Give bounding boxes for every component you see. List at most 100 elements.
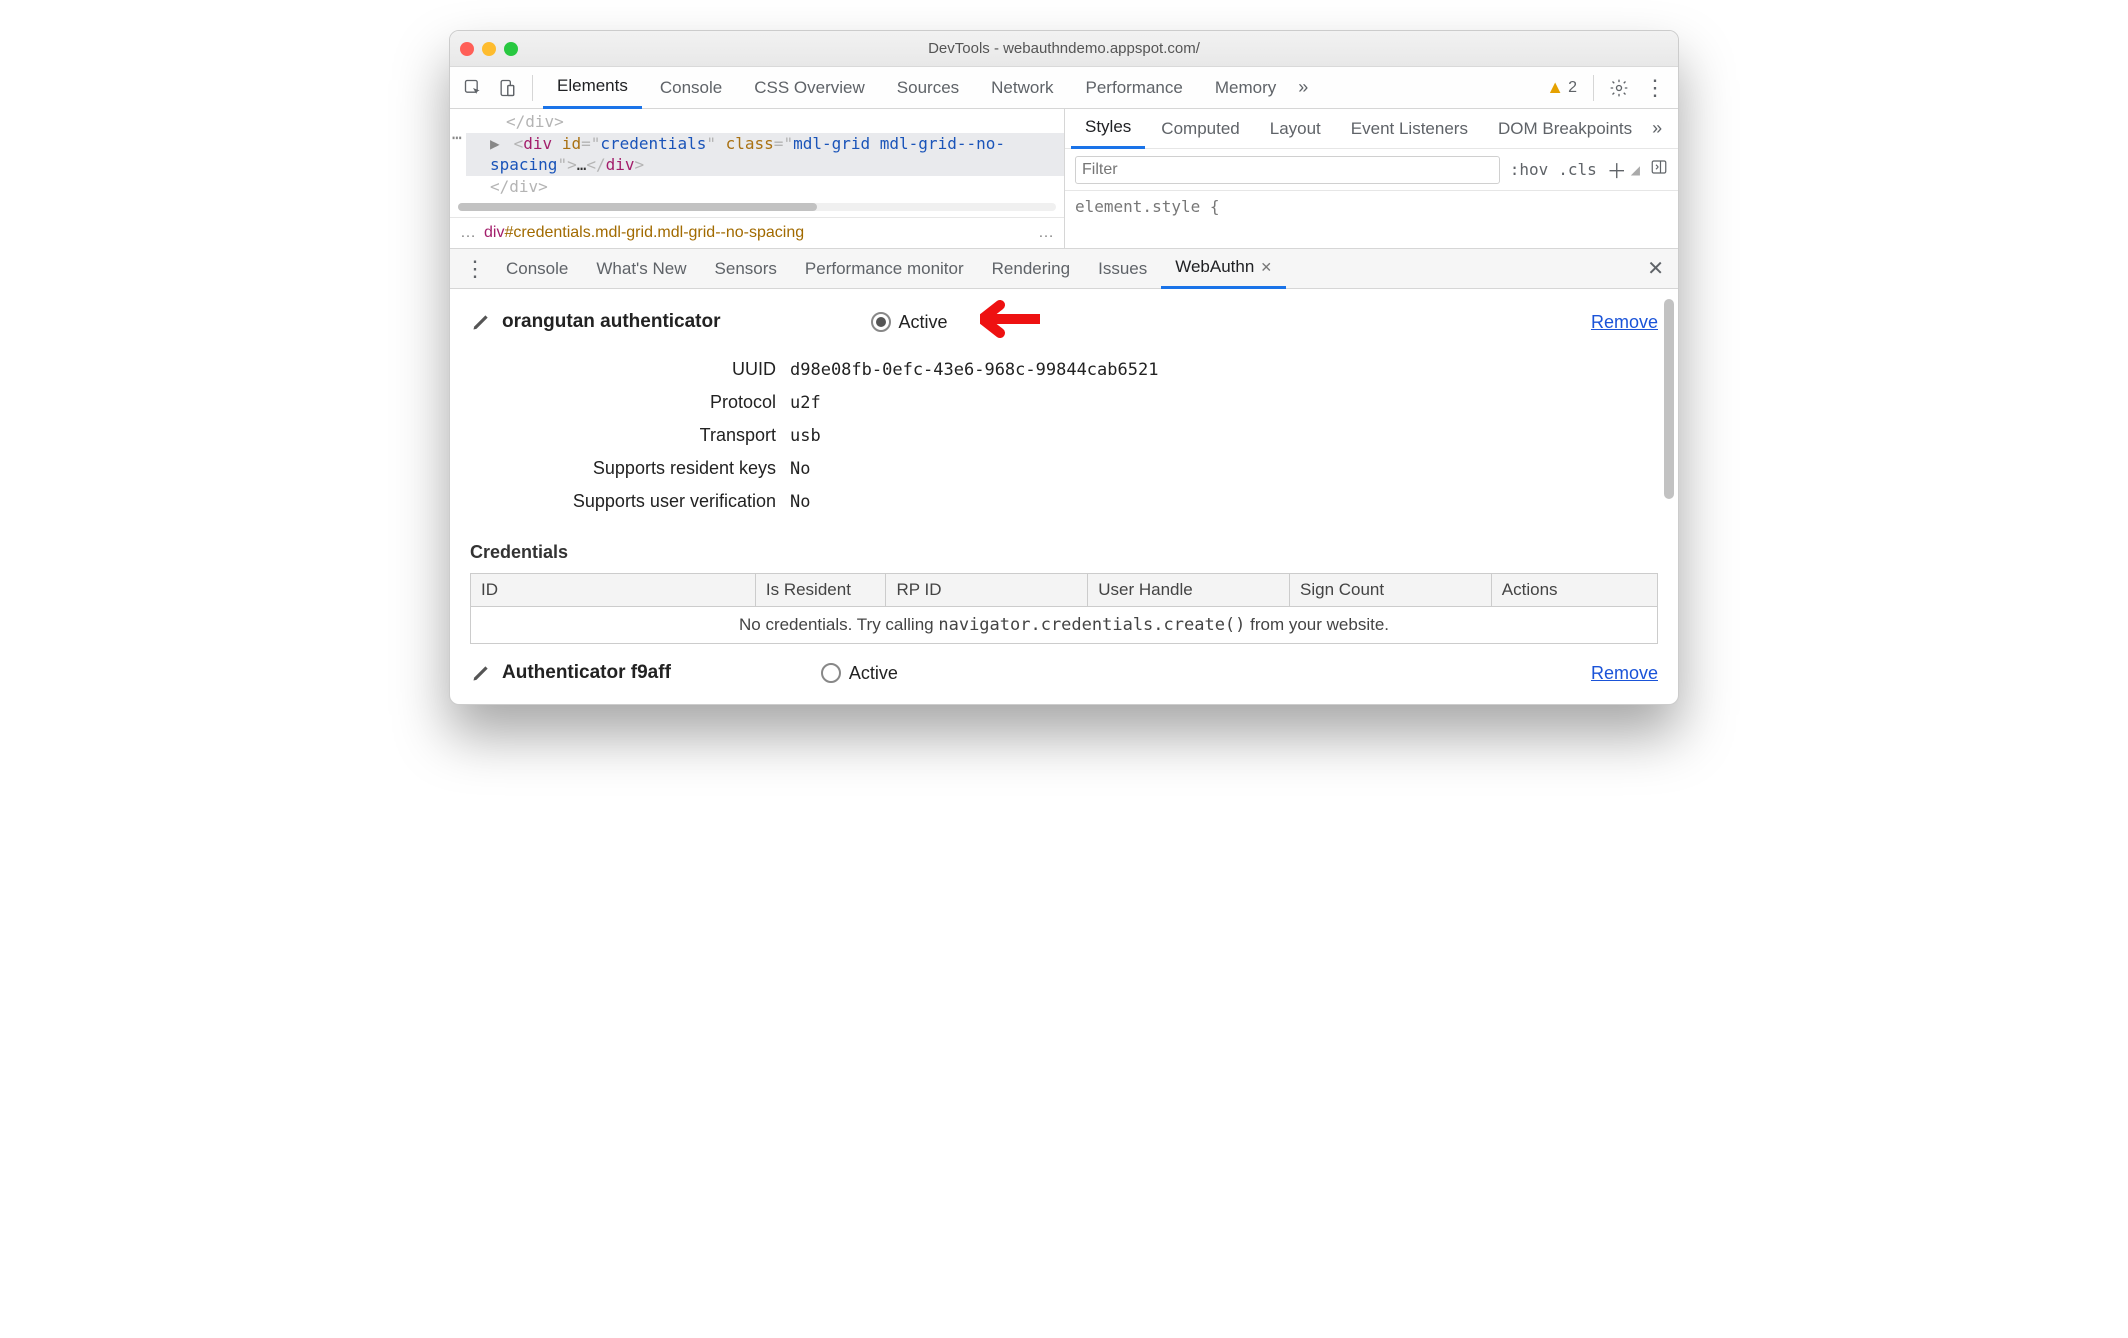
dom-node[interactable]: </div> <box>466 176 1064 198</box>
scrollbar-thumb[interactable] <box>458 203 817 211</box>
active-label: Active <box>899 312 948 333</box>
drawer-tab-performance-monitor[interactable]: Performance monitor <box>791 249 978 289</box>
drawer-tab-sensors[interactable]: Sensors <box>701 249 791 289</box>
window-close-icon[interactable] <box>460 42 474 56</box>
dropdown-icon[interactable]: ◢ <box>1631 163 1640 177</box>
window-title: DevTools - webauthndemo.appspot.com/ <box>450 40 1678 57</box>
styles-tabs-overflow-icon[interactable]: » <box>1648 118 1666 139</box>
styles-tab-styles[interactable]: Styles <box>1071 109 1145 149</box>
col-is-resident: Is Resident <box>755 574 886 607</box>
drawer-tab-webauthn[interactable]: WebAuthn ✕ <box>1161 249 1286 289</box>
window-traffic-lights <box>460 42 518 56</box>
styles-filter-input[interactable] <box>1075 156 1500 184</box>
drawer-tab-rendering[interactable]: Rendering <box>978 249 1084 289</box>
expand-icon[interactable]: ▶ <box>490 133 504 155</box>
separator <box>1593 75 1594 101</box>
tab-memory[interactable]: Memory <box>1201 67 1290 109</box>
computed-sidebar-icon[interactable] <box>1650 158 1668 181</box>
col-actions: Actions <box>1491 574 1657 607</box>
col-rp-id: RP ID <box>886 574 1088 607</box>
settings-icon[interactable] <box>1604 73 1634 103</box>
credentials-heading: Credentials <box>470 536 1658 569</box>
drawer-tab-console[interactable]: Console <box>492 249 582 289</box>
styles-tab-computed[interactable]: Computed <box>1147 109 1253 149</box>
kv-key: Protocol <box>470 392 790 413</box>
remove-authenticator-link[interactable]: Remove <box>1591 312 1658 333</box>
close-tab-icon[interactable]: ✕ <box>1260 259 1272 276</box>
more-menu-icon[interactable]: ⋮ <box>1638 75 1672 101</box>
elements-tree-pane[interactable]: ⋯ </div> ▶ <div id="credentials" class="… <box>450 109 1064 248</box>
styles-tab-event-listeners[interactable]: Event Listeners <box>1337 109 1482 149</box>
styles-tab-layout[interactable]: Layout <box>1256 109 1335 149</box>
horizontal-scrollbar[interactable] <box>458 203 1056 211</box>
remove-authenticator-link[interactable]: Remove <box>1591 663 1658 684</box>
styles-filter-row: :hov .cls ＋ ◢ <box>1065 149 1678 191</box>
col-user-handle: User Handle <box>1088 574 1290 607</box>
scrollbar-thumb[interactable] <box>1664 299 1674 499</box>
kv-value: No <box>790 492 810 512</box>
dom-ellipsis: … <box>577 155 587 174</box>
tab-css-overview[interactable]: CSS Overview <box>740 67 879 109</box>
authenticator-header: Authenticator f9aff Active Remove <box>470 662 1658 684</box>
tree-collapsed-icon: ⋯ <box>452 127 462 149</box>
drawer-close-icon[interactable]: ✕ <box>1641 256 1670 281</box>
device-toggle-icon[interactable] <box>492 73 522 103</box>
drawer-more-icon[interactable]: ⋮ <box>458 256 492 282</box>
active-radio[interactable] <box>821 663 841 683</box>
edit-icon[interactable] <box>470 662 492 684</box>
breadcrumb-trailing[interactable]: … <box>1038 224 1054 242</box>
authenticator-name: Authenticator f9aff <box>502 662 671 684</box>
devtools-window: DevTools - webauthndemo.appspot.com/ Ele… <box>449 30 1679 705</box>
devtools-main-split: ⋯ </div> ▶ <div id="credentials" class="… <box>450 109 1678 249</box>
dom-attr-name: class <box>726 134 774 153</box>
active-radio[interactable] <box>871 312 891 332</box>
top-tabs-overflow-icon[interactable]: » <box>1294 77 1312 98</box>
kv-key: UUID <box>470 359 790 380</box>
annotation-arrow-icon <box>980 300 1040 338</box>
tab-network[interactable]: Network <box>977 67 1067 109</box>
kv-key: Supports resident keys <box>470 458 790 479</box>
window-minimize-icon[interactable] <box>482 42 496 56</box>
cls-toggle[interactable]: .cls <box>1558 160 1597 179</box>
warnings-badge[interactable]: ▲ 2 <box>1540 77 1583 98</box>
tab-sources[interactable]: Sources <box>883 67 973 109</box>
new-style-rule-icon[interactable]: ＋ <box>1607 155 1627 184</box>
kv-key: Transport <box>470 425 790 446</box>
tab-elements[interactable]: Elements <box>543 67 642 109</box>
elements-breadcrumb[interactable]: … div#credentials.mdl-grid.mdl-grid--no-… <box>450 217 1064 248</box>
styles-tab-dom-breakpoints[interactable]: DOM Breakpoints <box>1484 109 1646 149</box>
breadcrumb-leading[interactable]: … <box>460 224 476 242</box>
separator <box>532 75 533 101</box>
element-style-block[interactable]: element.style { <box>1065 191 1678 222</box>
tab-performance[interactable]: Performance <box>1072 67 1197 109</box>
drawer-tabstrip: ⋮ Console What's New Sensors Performance… <box>450 249 1678 289</box>
dom-attr-name: id <box>562 134 581 153</box>
col-sign-count: Sign Count <box>1290 574 1492 607</box>
inspect-icon[interactable] <box>458 73 488 103</box>
drawer-tab-whats-new[interactable]: What's New <box>582 249 700 289</box>
hov-toggle[interactable]: :hov <box>1510 160 1549 179</box>
dom-node[interactable]: </div> <box>466 111 1064 133</box>
styles-tabstrip: Styles Computed Layout Event Listeners D… <box>1065 109 1678 149</box>
empty-text: No credentials. Try calling <box>739 615 938 634</box>
authenticator-details: UUIDd98e08fb-0efc-43e6-968c-99844cab6521… <box>470 353 1658 518</box>
dom-node-selected[interactable]: ▶ <div id="credentials" class="mdl-grid … <box>466 133 1064 176</box>
breadcrumb-node[interactable]: div#credentials.mdl-grid.mdl-grid--no-sp… <box>484 224 804 242</box>
window-maximize-icon[interactable] <box>504 42 518 56</box>
tab-console[interactable]: Console <box>646 67 736 109</box>
vertical-scrollbar[interactable] <box>1662 289 1676 704</box>
active-radio-group: Active <box>821 663 898 684</box>
kv-value: No <box>790 459 810 479</box>
warning-icon: ▲ <box>1546 77 1564 98</box>
col-id: ID <box>471 574 756 607</box>
kv-key: Supports user verification <box>470 491 790 512</box>
elements-dom-tree[interactable]: ⋯ </div> ▶ <div id="credentials" class="… <box>450 109 1064 199</box>
styles-pane: Styles Computed Layout Event Listeners D… <box>1064 109 1678 248</box>
table-header-row: ID Is Resident RP ID User Handle Sign Co… <box>471 574 1658 607</box>
devtools-top-tabstrip: Elements Console CSS Overview Sources Ne… <box>450 67 1678 109</box>
kv-value: u2f <box>790 393 821 413</box>
drawer-tab-issues[interactable]: Issues <box>1084 249 1161 289</box>
empty-code: navigator.credentials.create() <box>938 615 1245 635</box>
authenticator-header: orangutan authenticator Active Remove <box>470 305 1658 343</box>
edit-icon[interactable] <box>470 311 492 333</box>
